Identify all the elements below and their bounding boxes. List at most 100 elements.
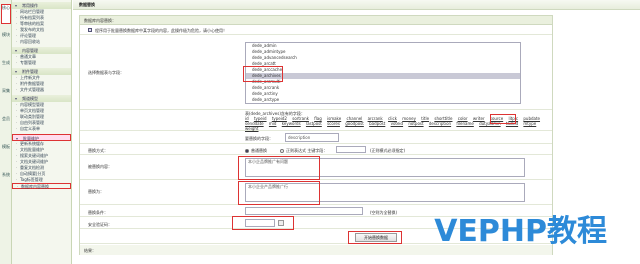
chevron-down-icon: ▾ [15, 3, 18, 8]
field-link[interactable]: keywords [282, 121, 301, 126]
sidebar-group-2[interactable]: ▾ 附件管理 [12, 68, 71, 75]
field-link[interactable]: badpost [369, 121, 385, 126]
sidebar-item-label: 自动摘要|分页 [20, 171, 46, 176]
captcha-label: 安全验证码： [88, 222, 112, 227]
mode-regex-option[interactable]: 正则表达式 主键字段： [280, 148, 327, 154]
select-label: 选择数据表与字段： [88, 70, 124, 75]
field-link[interactable]: scores [327, 121, 340, 126]
sidebar-item-label: 我发布的文档 [20, 27, 44, 32]
find-label: 被替换内容： [88, 164, 112, 169]
radio-icon [280, 149, 284, 153]
find-row: 被替换内容： 本小企品牌推广有问题 [80, 156, 552, 180]
sidebar: ▾常用操作网站栏目管理所有档案列表等审核的档案我发布的文档评论管理内容回收站▾内… [12, 0, 72, 264]
sidebar-item-label: 自定义表单 [20, 126, 40, 131]
strip-tab-3[interactable]: 采集 [1, 88, 11, 108]
field-link[interactable]: description [429, 121, 451, 126]
sidebar-item[interactable]: 自定义表单 [12, 126, 71, 132]
chevron-down-icon: ▾ [15, 96, 18, 101]
strip-tab-5[interactable]: 模板 [1, 144, 11, 164]
table-option[interactable]: dede_area [246, 103, 520, 104]
sidebar-group-0[interactable]: ▾ 常用操作 [12, 2, 71, 9]
sidebar-item-label: 附件数据管理 [20, 81, 44, 86]
sidebar-group-title: 内容管理 [22, 48, 38, 53]
sidebar-item-label: 内容回收站 [20, 39, 40, 44]
sidebar-group-4[interactable]: ▾ 批量维护 [12, 134, 71, 141]
sidebar-item-label: 数据库内容替换 [21, 184, 49, 189]
sidebar-group-1[interactable]: ▾ 内容管理 [12, 47, 71, 54]
chevron-down-icon: ▾ [15, 48, 18, 53]
mode-regex-label: 正则表达式 主键字段： [286, 148, 328, 153]
sidebar-group-title: 频道模型 [22, 96, 38, 101]
result-label: 结果： [84, 248, 96, 253]
condition-hint: (空则为全替换) [370, 210, 398, 215]
sidebar-item-label: 等审核的档案 [20, 21, 44, 26]
field-link[interactable]: mid [269, 121, 277, 126]
sidebar-item-label: 自由列表管理 [20, 120, 44, 125]
mode-label: 替换方式： [88, 148, 108, 153]
primary-key-input[interactable] [336, 146, 366, 153]
notice-text: 程序用于批量替换数据库中某字段的内容，此操作极为危险，请小心使用！ [95, 28, 227, 33]
sidebar-group-3[interactable]: ▾ 频道模型 [12, 95, 71, 102]
panel-title: 数据库内容替换： [80, 16, 552, 25]
strip-tab-2[interactable]: 生成 [1, 60, 11, 80]
sidebar-item-label: 文件式管理器 [20, 87, 44, 92]
sidebar-item-label: 单页文档管理 [20, 108, 44, 113]
sidebar-group-title: 常用操作 [22, 3, 38, 8]
sidebar-item-label: 内容模型管理 [20, 102, 44, 107]
sidebar-item[interactable]: 文件式管理器 [12, 87, 71, 93]
highlight-box-captcha [232, 216, 294, 230]
strip-tab-6[interactable]: 系统 [1, 172, 11, 192]
field-link[interactable]: notpost [408, 121, 423, 126]
checkbox-icon [88, 28, 92, 32]
mode-normal-option[interactable]: 普通替换 [245, 148, 267, 154]
mode-hint: (正则模式必须指定) [370, 148, 406, 153]
highlight-box-replace [238, 181, 320, 205]
page-title: 数据替换 [73, 0, 640, 10]
watermark-text: VEPHP教程 [434, 214, 607, 249]
sidebar-item-label: 专题管理 [20, 60, 36, 65]
sidebar-item-label: 所有档案列表 [20, 15, 44, 20]
strip-tab-4[interactable]: 会员 [1, 116, 11, 136]
sidebar-item-label: 重复文档检测 [20, 165, 44, 170]
sidebar-item-label: 上传新文件 [20, 75, 40, 80]
field-link[interactable]: voteid [391, 121, 404, 126]
target-field-row: 要替换的字段： description [80, 132, 552, 144]
left-tab-strip: 核心模块生成采集会员模板系统 [0, 0, 12, 264]
field-link[interactable]: lastpost [306, 121, 322, 126]
condition-input[interactable] [245, 207, 363, 215]
sidebar-item-label: 普通文章 [20, 54, 36, 59]
strip-tab-0[interactable]: 核心 [1, 4, 11, 24]
sidebar-group-title: 附件管理 [22, 69, 38, 74]
field-link[interactable]: weight [245, 126, 259, 131]
sidebar-item-label: 评论管理 [20, 33, 36, 38]
mode-row: 替换方式： 普通替换 正则表达式 主键字段： (正则模式必须指定) [80, 145, 552, 155]
sidebar-item-label: 搜索关键词维护 [20, 153, 48, 158]
sidebar-item-label: Tag标签管理 [20, 177, 43, 182]
notice-row: 程序用于批量替换数据库中某字段的内容，此操作极为危险，请小心使用！ [80, 26, 552, 35]
select-table-row: 选择数据表与字段： dede_admin dede_admintype dede_a… [80, 36, 552, 110]
highlight-box-table [243, 66, 283, 82]
strip-tab-1[interactable]: 模块 [1, 32, 11, 52]
chevron-down-icon: ▾ [15, 69, 18, 74]
sidebar-item[interactable]: 数据库内容替换 [12, 183, 71, 190]
highlight-box-field [490, 114, 516, 124]
field-link[interactable]: filename [456, 121, 473, 126]
highlight-box-find [238, 156, 320, 180]
field-link[interactable]: goodpost [345, 121, 364, 126]
sidebar-item-label: 文档关键词维护 [20, 159, 48, 164]
sidebar-item[interactable]: 内容回收站 [12, 39, 71, 45]
mode-normal-label: 普通替换 [251, 148, 267, 153]
target-field-input[interactable]: description [285, 133, 339, 142]
sidebar-item-label: 更新系统缓存 [20, 141, 44, 146]
replace-label: 替换为： [88, 189, 104, 194]
target-label: 要替换的字段： [245, 136, 273, 141]
sidebar-item[interactable]: 专题管理 [12, 60, 71, 66]
condition-label: 替换条件： [88, 210, 108, 215]
sidebar-item-label: 联动类别管理 [20, 114, 44, 119]
sidebar-item-label: 文档批量维护 [20, 147, 44, 152]
sidebar-item-label: 网站栏目管理 [20, 9, 44, 14]
highlight-box-submit [348, 231, 402, 244]
field-link[interactable]: mtype [523, 121, 536, 126]
table-listbox[interactable]: dede_admin dede_admintype dede_advancedsea… [245, 42, 521, 104]
fields-row: 表(dede_archives)含有的字段： id typeid typeid2… [80, 111, 552, 131]
